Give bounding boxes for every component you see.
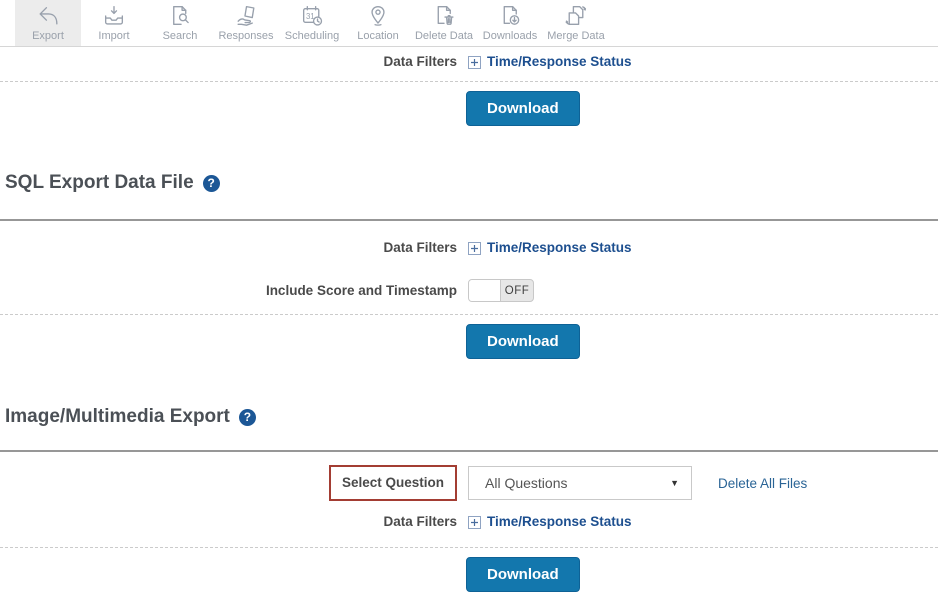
toolbar-item-label: Responses [213,30,279,43]
plus-square-icon [468,242,481,255]
toolbar-item-search[interactable]: Search [147,0,213,46]
include-score-row: Include Score and Timestamp OFF [0,279,938,302]
toolbar-item-label: Export [15,30,81,43]
time-response-status-label: Time/Response Status [487,512,632,532]
help-icon[interactable]: ? [203,175,220,192]
select-question-label-highlighted: Select Question [329,465,457,501]
location-icon [345,3,411,30]
section-title: SQL Export Data File [5,171,194,195]
dashed-divider [0,547,938,548]
include-score-toggle[interactable]: OFF [468,279,534,302]
merge-data-icon [543,3,609,30]
dashed-divider [0,314,938,315]
data-filters-row: Data Filters Time/Response Status [0,238,938,258]
export-icon [15,3,81,30]
dropdown-selected-value: All Questions [485,475,567,491]
toolbar-item-merge-data[interactable]: Merge Data [543,0,609,46]
toolbar-item-label: Downloads [477,30,543,43]
toolbar-item-delete-data[interactable]: Delete Data [411,0,477,46]
scheduling-icon: 31 [279,3,345,30]
section-title: Image/Multimedia Export [5,405,230,429]
section-divider [0,219,938,221]
downloads-icon [477,3,543,30]
toolbar-item-location[interactable]: Location [345,0,411,46]
dashed-divider [0,81,938,82]
data-filters-label: Data Filters [0,52,457,72]
toolbar-item-label: Merge Data [543,30,609,43]
toolbar-item-label: Search [147,30,213,43]
question-select-dropdown[interactable]: All Questions ▼ [468,466,692,500]
section-heading-multimedia-export: Image/Multimedia Export ? [5,405,938,429]
toolbar-item-export[interactable]: Export [15,0,81,46]
toolbar-item-scheduling[interactable]: 31 Scheduling [279,0,345,46]
toolbar-item-import[interactable]: Import [81,0,147,46]
toggle-state-label: OFF [501,285,533,297]
plus-square-icon [468,56,481,69]
toolbar-item-label: Scheduling [279,30,345,43]
data-filters-label: Data Filters [0,512,457,532]
delete-data-icon [411,3,477,30]
data-filters-row: Data Filters Time/Response Status [0,52,938,72]
toolbar-item-downloads[interactable]: Downloads [477,0,543,46]
toolbar-item-label: Location [345,30,411,43]
toolbar: Export Import Search [0,0,938,47]
search-icon [147,3,213,30]
toggle-knob [469,280,501,301]
data-filters-row: Data Filters Time/Response Status [0,512,938,532]
toolbar-item-responses[interactable]: Responses [213,0,279,46]
select-question-row: Select Question All Questions ▼ Delete A… [0,465,938,501]
import-icon [81,3,147,30]
toolbar-item-label: Delete Data [411,30,477,43]
download-button[interactable]: Download [466,91,580,126]
include-score-label: Include Score and Timestamp [0,281,457,301]
responses-icon [213,3,279,30]
download-button[interactable]: Download [466,324,580,359]
time-response-status-link[interactable]: Time/Response Status [468,512,632,532]
plus-square-icon [468,516,481,529]
toolbar-item-label: Import [81,30,147,43]
data-filters-label: Data Filters [0,238,457,258]
section-divider [0,450,938,452]
caret-down-icon: ▼ [670,478,679,488]
section-heading-sql-export: SQL Export Data File ? [5,171,938,195]
time-response-status-label: Time/Response Status [487,52,632,72]
time-response-status-link[interactable]: Time/Response Status [468,52,632,72]
download-button[interactable]: Download [466,557,580,592]
time-response-status-link[interactable]: Time/Response Status [468,238,632,258]
help-icon[interactable]: ? [239,409,256,426]
time-response-status-label: Time/Response Status [487,238,632,258]
delete-all-files-link[interactable]: Delete All Files [718,476,807,491]
